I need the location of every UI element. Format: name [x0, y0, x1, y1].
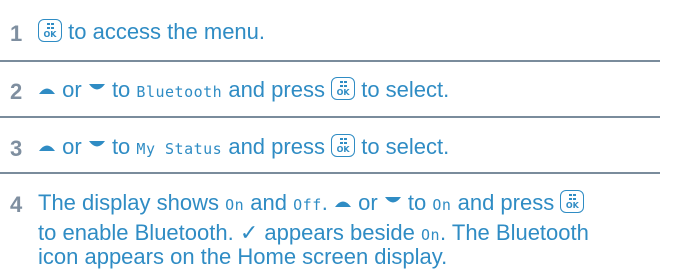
step-text: OK to access the menu.	[38, 17, 265, 47]
menu-ok-key-icon: OK	[331, 77, 356, 100]
step-text-line-3: icon appears on the Home screen display.	[38, 244, 448, 269]
display-item: My Status	[136, 140, 223, 158]
down-arrow-icon	[88, 84, 105, 90]
display-item: Off	[293, 196, 322, 214]
step-number: 2	[10, 79, 23, 104]
display-item: On	[432, 196, 452, 214]
down-arrow-icon	[384, 197, 401, 203]
up-arrow-icon	[334, 201, 351, 207]
step-number: 1	[10, 21, 23, 46]
menu-ok-key-icon: OK	[560, 190, 585, 213]
up-arrow-icon	[39, 145, 55, 151]
down-arrow-icon	[88, 141, 105, 147]
display-item: Bluetooth	[136, 83, 223, 101]
divider	[0, 116, 660, 118]
divider	[0, 60, 660, 62]
display-item: On	[225, 196, 245, 214]
step-text: or to Bluetooth and press OK to select.	[38, 75, 449, 107]
step-number: 3	[10, 136, 23, 161]
step-number: 4	[10, 192, 23, 217]
menu-ok-key-icon: OK	[331, 134, 356, 157]
up-arrow-icon	[39, 88, 55, 94]
step-text: or to My Status and press OK to select.	[38, 132, 449, 164]
divider	[0, 172, 660, 174]
step-text-line-1: The display shows On and Off. or to On a…	[38, 188, 585, 220]
menu-ok-key-icon: OK	[38, 19, 62, 42]
instruction-list: 1 OK to access the menu. 2 or to Bluetoo…	[0, 0, 674, 269]
